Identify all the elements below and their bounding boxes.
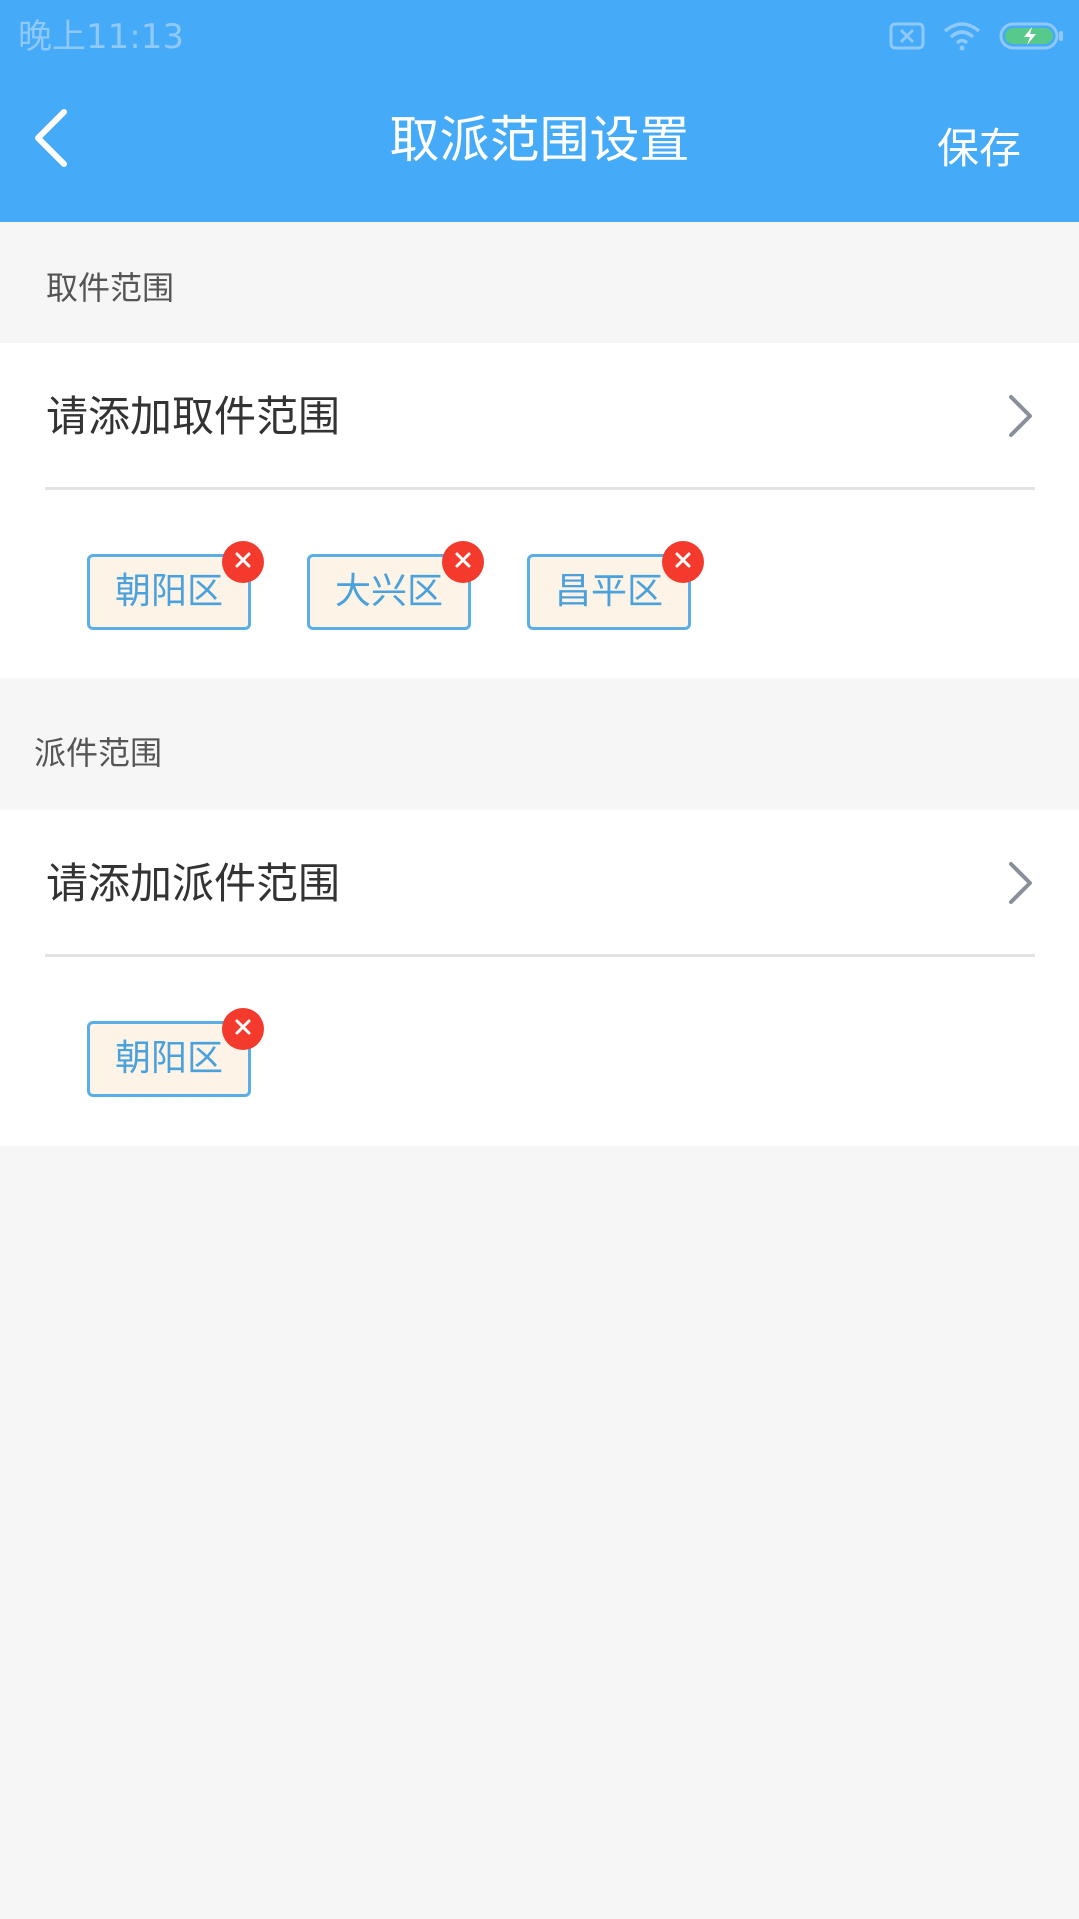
delivery-section-label: 派件范围 xyxy=(34,734,163,772)
pickup-tag: 大兴区 xyxy=(307,541,484,630)
remove-tag-button[interactable] xyxy=(662,541,704,583)
page-title: 取派范围设置 xyxy=(389,111,690,169)
close-icon xyxy=(454,551,472,573)
delivery-tag: 朝阳区 xyxy=(87,1008,264,1097)
add-delivery-range-row[interactable]: 请添加派件范围 xyxy=(0,810,1079,956)
pickup-card: 请添加取件范围 朝阳区 大兴区 昌平区 xyxy=(0,343,1079,678)
remove-tag-button[interactable] xyxy=(222,1008,264,1050)
pickup-tag: 朝阳区 xyxy=(87,541,264,630)
add-pickup-range-label: 请添加取件范围 xyxy=(46,392,341,441)
pickup-section-label: 取件范围 xyxy=(46,269,175,307)
chevron-right-icon xyxy=(1005,860,1035,906)
close-icon xyxy=(234,1018,252,1040)
delivery-card: 请添加派件范围 朝阳区 xyxy=(0,810,1079,1146)
pickup-tag: 昌平区 xyxy=(527,541,704,630)
close-icon xyxy=(674,551,692,573)
add-pickup-range-row[interactable]: 请添加取件范围 xyxy=(0,343,1079,489)
status-icons xyxy=(889,18,1065,58)
divider xyxy=(45,487,1035,490)
divider xyxy=(45,954,1035,957)
remove-tag-button[interactable] xyxy=(442,541,484,583)
status-time: 晚上11:13 xyxy=(18,17,184,57)
sim-card-x-icon xyxy=(889,22,925,54)
wifi-icon xyxy=(943,21,981,55)
close-icon xyxy=(234,551,252,573)
remove-tag-button[interactable] xyxy=(222,541,264,583)
chevron-right-icon xyxy=(1005,393,1035,439)
app-header: 晚上11:13 取派范围设置 保存 xyxy=(0,0,1079,222)
save-button[interactable]: 保存 xyxy=(937,122,1021,176)
add-delivery-range-label: 请添加派件范围 xyxy=(46,859,341,908)
battery-charging-icon xyxy=(999,21,1065,55)
